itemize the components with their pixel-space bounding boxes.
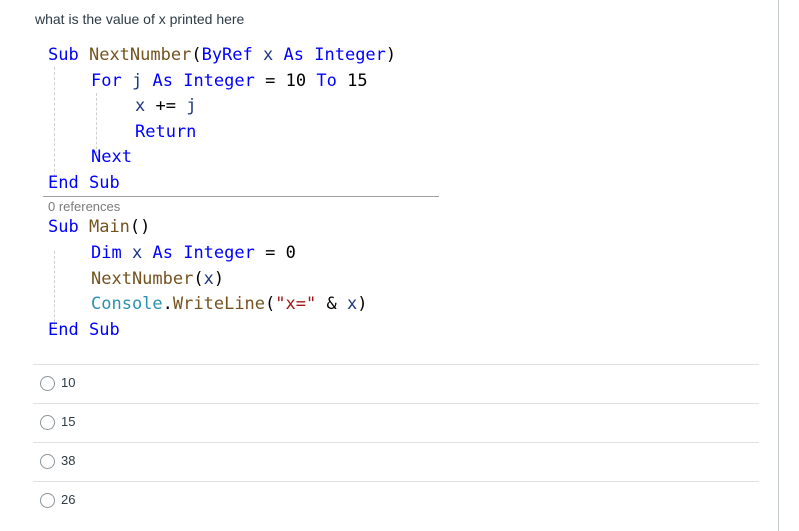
code-line-dim: Dim x As Integer = 0	[91, 243, 296, 263]
code-line-next: Next	[91, 147, 132, 167]
answer-label: 38	[61, 453, 76, 468]
answer-label: 10	[61, 375, 76, 390]
question-text: what is the value of x printed here	[35, 11, 245, 27]
indent-guide	[54, 251, 55, 327]
answer-label: 26	[61, 492, 76, 507]
answer-label: 15	[61, 414, 76, 429]
answer-option[interactable]: 38	[33, 442, 759, 481]
radio-button[interactable]	[40, 415, 55, 430]
radio-button[interactable]	[40, 376, 55, 391]
code-line-increment: x += j	[135, 96, 197, 116]
code-line-sub-nextnumber: Sub NextNumber(ByRef x As Integer)	[48, 45, 397, 65]
radio-button[interactable]	[40, 493, 55, 508]
code-line-return: Return	[135, 122, 197, 142]
code-line-call: NextNumber(x)	[91, 269, 225, 289]
answer-list: 10 15 38 26	[33, 364, 759, 520]
code-line-end-sub-main: End Sub	[48, 320, 120, 340]
answer-option[interactable]: 26	[33, 481, 759, 520]
code-line-end-sub: End Sub	[48, 173, 120, 193]
answer-option[interactable]: 10	[33, 364, 759, 403]
radio-button[interactable]	[40, 454, 55, 469]
answer-option[interactable]: 15	[33, 403, 759, 442]
code-line-writeline: Console.WriteLine("x=" & x)	[91, 294, 368, 314]
code-separator	[43, 196, 439, 197]
indent-guide	[54, 67, 55, 187]
references-codelens[interactable]: 0 references	[48, 199, 120, 214]
code-line-for: For j As Integer = 10 To 15	[91, 71, 368, 91]
code-line-sub-main: Sub Main()	[48, 217, 151, 237]
